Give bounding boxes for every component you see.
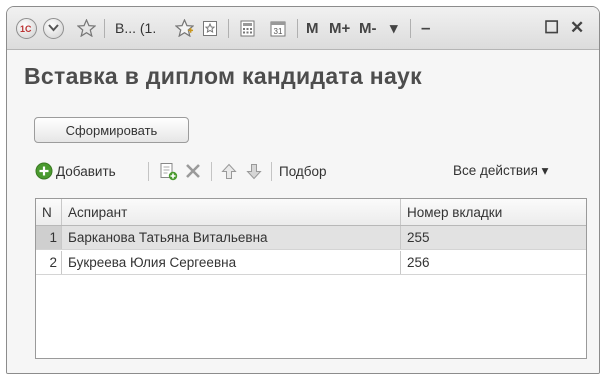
calendar-icon: 31 bbox=[270, 21, 286, 36]
delete-x-icon bbox=[186, 164, 200, 178]
column-divider bbox=[400, 199, 401, 225]
title-bar: 1С В... (1. 31 M M+ M- ▾ – ☐ ✕ bbox=[7, 7, 599, 50]
favorite-star-button[interactable] bbox=[75, 17, 97, 39]
star-icon bbox=[76, 19, 96, 37]
calculator-icon bbox=[240, 20, 254, 36]
insert-number-cell[interactable]: 256 bbox=[407, 251, 430, 274]
students-table[interactable]: N Аспирант Номер вкладки 1 Барканова Тат… bbox=[35, 198, 587, 359]
close-button[interactable]: ✕ bbox=[570, 17, 584, 39]
maximize-button[interactable]: ☐ bbox=[544, 17, 559, 39]
memory-plus-label: M+ bbox=[329, 19, 351, 37]
add-button-label: Добавить bbox=[56, 163, 116, 179]
all-actions-menu[interactable]: Все действия ▾ bbox=[453, 160, 548, 182]
minimize-button[interactable]: – bbox=[421, 17, 430, 39]
minimize-icon: – bbox=[421, 18, 431, 37]
form-content: Вставка в диплом кандидата наук Сформиро… bbox=[7, 51, 599, 373]
app-menu-button[interactable]: 1С bbox=[16, 17, 37, 39]
arrow-up-icon bbox=[221, 163, 237, 179]
table-toolbar: Добавить Подбор Все действия ▾ bbox=[35, 160, 589, 182]
insert-number-cell[interactable]: 255 bbox=[407, 226, 430, 249]
toolbar-separator bbox=[148, 162, 149, 181]
calculator-button[interactable] bbox=[237, 17, 257, 39]
column-header-insert-number[interactable]: Номер вкладки bbox=[407, 199, 502, 225]
add-favorite-button[interactable] bbox=[173, 17, 195, 39]
column-divider bbox=[61, 251, 62, 274]
calendar-button[interactable]: 31 bbox=[268, 17, 288, 39]
arrow-down-icon bbox=[246, 163, 262, 179]
maximize-icon: ☐ bbox=[544, 18, 560, 37]
add-button[interactable]: Добавить bbox=[35, 160, 116, 182]
titlebar-separator bbox=[297, 19, 298, 38]
app-window: 1С В... (1. 31 M M+ M- ▾ – ☐ ✕ Вставка в… bbox=[6, 6, 600, 374]
column-header-student[interactable]: Аспирант bbox=[68, 199, 127, 225]
titlebar-separator bbox=[104, 19, 105, 38]
selection-button[interactable]: Подбор bbox=[279, 160, 327, 182]
add-icon bbox=[35, 162, 53, 180]
copy-button[interactable] bbox=[159, 160, 178, 182]
toolbar-separator bbox=[211, 162, 212, 181]
delete-button[interactable] bbox=[185, 160, 201, 182]
app-logo-icon: 1С bbox=[16, 17, 37, 39]
bookmark-icon bbox=[203, 20, 217, 36]
svg-text:31: 31 bbox=[274, 27, 283, 36]
table-header: N Аспирант Номер вкладки bbox=[36, 199, 586, 226]
toolbar-separator bbox=[271, 162, 272, 181]
column-divider bbox=[61, 226, 62, 249]
column-divider bbox=[400, 226, 401, 249]
row-number: 1 bbox=[36, 226, 61, 249]
generate-button[interactable]: Сформировать bbox=[34, 117, 189, 143]
copy-icon bbox=[160, 162, 178, 180]
column-header-n[interactable]: N bbox=[42, 199, 52, 225]
history-button[interactable] bbox=[200, 17, 220, 39]
student-name-cell[interactable]: Барканова Татьяна Витальевна bbox=[68, 226, 268, 249]
memory-minus-button[interactable]: M- bbox=[359, 17, 377, 39]
column-divider bbox=[400, 251, 401, 274]
titlebar-separator bbox=[410, 19, 411, 38]
titlebar-separator bbox=[228, 19, 229, 38]
column-divider bbox=[61, 199, 62, 225]
memory-m-button[interactable]: M bbox=[306, 17, 319, 39]
student-name-cell[interactable]: Букреева Юлия Сергеевна bbox=[68, 251, 236, 274]
star-add-icon bbox=[174, 19, 194, 37]
all-actions-label: Все действия ▾ bbox=[453, 163, 549, 178]
memory-m-label: M bbox=[306, 19, 319, 37]
memory-minus-label: M- bbox=[359, 19, 377, 37]
titlebar-dropdown-button[interactable]: ▾ bbox=[390, 17, 398, 39]
page-title: Вставка в диплом кандидата наук bbox=[24, 63, 422, 89]
main-menu-button[interactable] bbox=[43, 17, 64, 39]
dropdown-arrow-icon: ▾ bbox=[390, 20, 398, 37]
close-icon: ✕ bbox=[570, 18, 585, 37]
chevron-down-icon bbox=[43, 17, 64, 39]
window-tab[interactable]: В... (1. bbox=[115, 17, 156, 39]
svg-text:1С: 1С bbox=[20, 24, 32, 34]
row-number: 2 bbox=[49, 255, 57, 270]
memory-plus-button[interactable]: M+ bbox=[329, 17, 350, 39]
table-row[interactable]: 1 Барканова Татьяна Витальевна 255 bbox=[36, 226, 586, 250]
window-tab-label: В... (1. bbox=[115, 20, 157, 36]
move-down-button[interactable] bbox=[246, 160, 262, 182]
move-up-button[interactable] bbox=[221, 160, 237, 182]
selection-button-label: Подбор bbox=[279, 163, 327, 179]
table-row[interactable]: 2 Букреева Юлия Сергеевна 256 bbox=[36, 251, 586, 275]
